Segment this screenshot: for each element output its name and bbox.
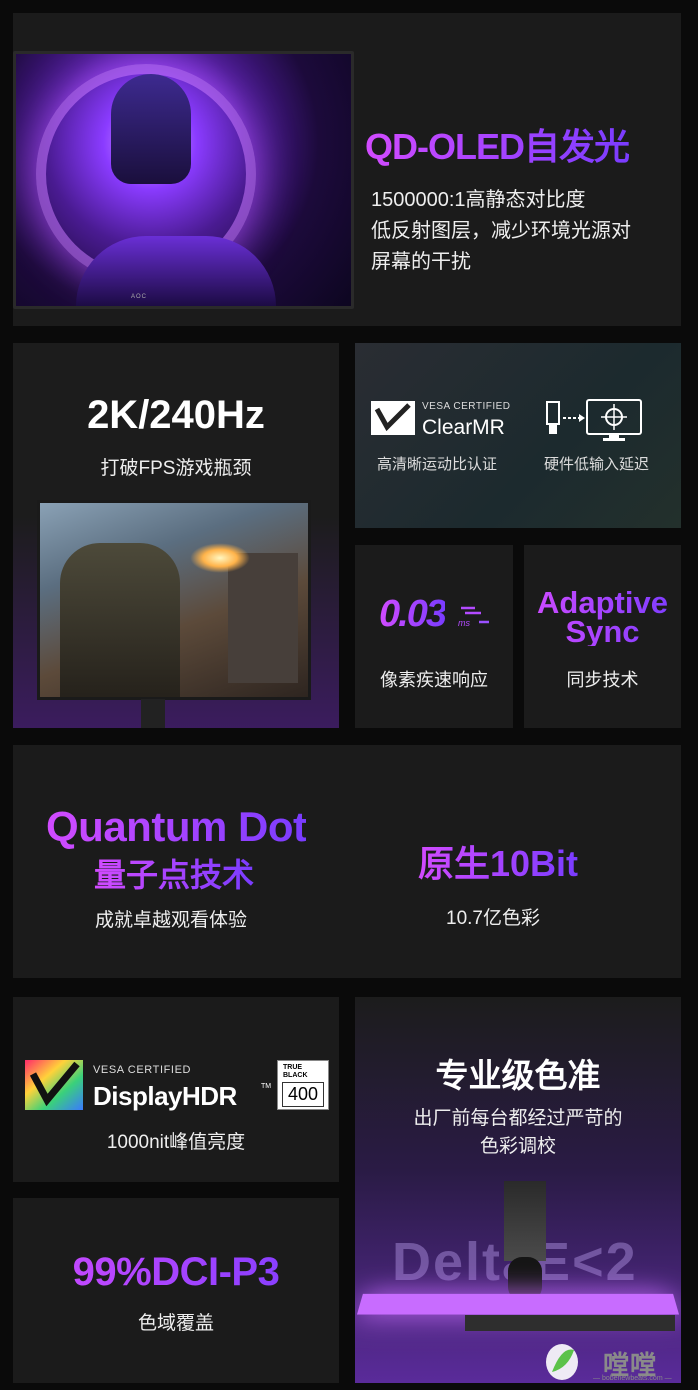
vesa-certified-label: VESA CERTIFIED [422, 401, 511, 412]
color-accuracy-line: 色彩调校 [479, 1136, 556, 1157]
refresh-rate-subtitle: 打破FPS游戏瓶颈 [100, 458, 252, 479]
adaptive-sync-card: Adaptive Sync 同步技术 [524, 545, 681, 728]
vesa-certified-label: VESA CERTIFIED [93, 1064, 192, 1076]
oled-line: 1500000:1高静态对比度 [371, 189, 586, 211]
color-accuracy-line: 出厂前每台都经过严苛的 [413, 1108, 623, 1129]
true-black-label: TRUE BLACK [283, 1064, 308, 1079]
quantum-dot-cn-title: 量子点技术 [94, 850, 254, 896]
response-label: 像素疾速响应 [380, 670, 488, 690]
monitor-stand [141, 699, 165, 728]
qd-oled-card: AOC QD-OLED自发光 1500000:1高静态对比度 低反射图层，减少环… [13, 13, 681, 326]
game-monitor-image [37, 500, 311, 700]
true-black-badge: TRUE BLACK 400 [277, 1060, 329, 1110]
vesa-check-icon [371, 401, 415, 435]
monitor-image: AOC [13, 51, 354, 309]
trademark-mark: TM [261, 1083, 272, 1090]
robot-figure-graphic [111, 74, 191, 184]
quantum-dot-title: Quantum Dot [46, 803, 307, 850]
clearmr-label: 高清晰运动比认证 [377, 456, 498, 473]
calibrator-arm [504, 1181, 546, 1261]
response-value: 0.03 [379, 593, 447, 635]
monitor-brand-label: AOC [131, 294, 148, 300]
adaptive-line: Adaptive [537, 585, 668, 620]
displayhdr-logo-icon [25, 1060, 83, 1110]
10bit-subtitle: 10.7亿色彩 [446, 908, 540, 929]
adaptive-sync-label: 同步技术 [566, 670, 639, 690]
oled-title: QD-OLED自发光 [365, 118, 630, 170]
color-accuracy-card: 专业级色准 出厂前每台都经过严苛的 色彩调校 DeltaE<2 嘡嘡网 — bo… [355, 997, 681, 1383]
displayhdr-card: VESA CERTIFIED DisplayHDR TM TRUE BLACK … [13, 997, 339, 1182]
quantum-dot-card: Quantum Dot 量子点技术 成就卓越观看体验 原生10Bit 10.7亿… [13, 745, 681, 978]
response-unit: ms [458, 618, 470, 628]
muzzle-flash-graphic [190, 543, 250, 573]
clearmr-name: ClearMR [422, 416, 505, 439]
building-graphic [228, 553, 298, 683]
oled-description: 1500000:1高静态对比度 低反射图层，减少环境光源对 屏幕的干扰 [371, 185, 631, 278]
gamut-title: 99%DCI-P3 [13, 1250, 339, 1295]
gamut-subtitle: 色域覆盖 [137, 1313, 214, 1334]
monitor-edge-graphic [356, 1293, 680, 1315]
adaptive-sync-title: Adaptive Sync [524, 588, 681, 646]
refresh-rate-title: 2K/240Hz [87, 393, 265, 437]
sync-line: Sync [565, 614, 640, 649]
10bit-title: 原生10Bit [418, 835, 578, 887]
input-lag-icon [546, 399, 642, 441]
refresh-rate-card: 2K/240Hz 打破FPS游戏瓶颈 [13, 343, 339, 728]
hdr-subtitle: 1000nit峰值亮度 [106, 1132, 246, 1153]
color-gamut-card: 99%DCI-P3 色域覆盖 [13, 1198, 339, 1383]
true-black-number: 400 [282, 1082, 324, 1107]
monitor-ports [465, 1315, 675, 1331]
response-time-card: 0.03 ms 像素疾速响应 [355, 545, 513, 728]
quantum-dot-subtitle: 成就卓越观看体验 [95, 910, 248, 931]
oled-line: 屏幕的干扰 [371, 251, 471, 273]
color-accuracy-title: 专业级色准 [435, 1057, 601, 1094]
input-lag-label: 硬件低输入延迟 [544, 456, 650, 473]
displayhdr-name: DisplayHDR [93, 1081, 237, 1111]
color-accuracy-subtitle: 出厂前每台都经过严苛的 色彩调校 [355, 1105, 681, 1161]
clearmr-card: VESA CERTIFIED ClearMR 高清晰运动比认证 硬件低输入延迟 [355, 343, 681, 528]
watermark-url: — bobenewbeats.com — [593, 1375, 672, 1382]
soldier-graphic [60, 543, 180, 697]
oled-line: 低反射图层，减少环境光源对 [371, 220, 631, 242]
